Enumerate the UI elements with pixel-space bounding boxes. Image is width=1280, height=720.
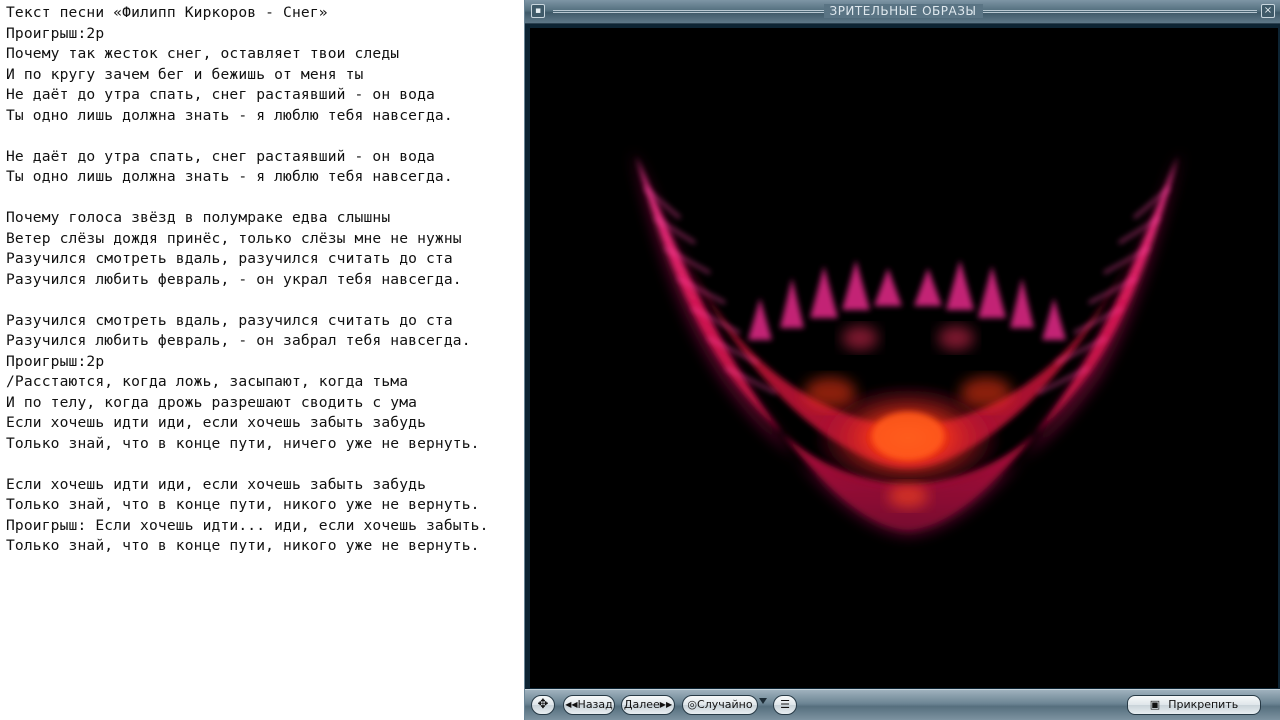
next-button-label: Далее — [623, 698, 660, 711]
lyrics-line: Ветер слёзы дождя принёс, только слёзы м… — [6, 229, 462, 247]
back-button-label: Назад — [577, 698, 613, 711]
lyrics-text: Текст песни «Филипп Киркоров - Снег» Прои… — [6, 3, 524, 557]
lyrics-line: Почему так жесток снег, оставляет твои с… — [6, 45, 400, 62]
lyrics-line — [6, 126, 524, 147]
lyrics-line: /Расстаются, когда ложь, засыпают, когда… — [6, 373, 409, 390]
lyrics-line: Разучился смотреть вдаль, разучился счит… — [6, 250, 453, 267]
lyrics-line: И по кругу зачем бег и бежишь от меня ты — [6, 65, 364, 83]
lyrics-line — [6, 290, 524, 311]
pin-window-icon: ▣ — [1149, 698, 1161, 711]
lyrics-line: Не даёт до утра спать, снег растаявший -… — [6, 147, 435, 165]
lyrics-line: Ты одно лишь должна знать - я люблю тебя… — [6, 168, 453, 185]
fast-forward-icon: ▶▶ — [659, 700, 673, 709]
lyrics-line: Только знай, что в конце пути, ничего уж… — [6, 434, 480, 452]
close-icon[interactable]: × — [1261, 4, 1275, 18]
random-dropdown-arrow-icon[interactable] — [759, 698, 767, 704]
next-button[interactable]: Далее▶▶ — [621, 695, 675, 715]
lyrics-line: Если хочешь идти иди, если хочешь забыть… — [6, 414, 427, 431]
random-icon: ◎ — [687, 698, 698, 711]
lyrics-line: Разучился любить февраль, - он забрал те… — [6, 332, 471, 349]
lyrics-line: Проигрыш: Если хочешь идти... иди, если … — [6, 516, 489, 534]
lyrics-line: Только знай, что в конце пути, никого уж… — [6, 537, 480, 554]
lyrics-line: Только знай, что в конце пути, никого уж… — [6, 496, 480, 513]
lyrics-line: Не даёт до утра спать, снег растаявший -… — [6, 86, 435, 103]
lyrics-line: И по телу, когда дрожь разрешают сводить… — [6, 393, 418, 411]
lyrics-line: Проигрыш:2р — [6, 352, 105, 370]
lyrics-line: Разучился смотреть вдаль, разучился счит… — [6, 311, 453, 329]
lyrics-line: Разучился любить февраль, - он украл теб… — [6, 270, 462, 288]
visualization-controls: ✥ ◀◀Назад Далее▶▶ ◎Случайно ☰ ▣ Прикрепит… — [525, 689, 1280, 720]
list-menu-icon[interactable]: ☰ — [773, 695, 797, 715]
rewind-icon: ◀◀ — [565, 700, 578, 709]
lyrics-line: Проигрыш:2р — [6, 24, 105, 42]
visualization-window: ▪ ЗРИТЕЛЬНЫЕ ОБРАЗЫ × ✥ ◀◀Назад Далее▶▶ … — [524, 0, 1280, 720]
lyrics-line: Если хочешь идти иди, если хочешь забыть… — [6, 475, 427, 493]
visualization-canvas[interactable] — [530, 28, 1278, 688]
move-icon[interactable]: ✥ — [531, 695, 555, 715]
lyrics-line — [6, 188, 524, 209]
back-button[interactable]: ◀◀Назад — [563, 695, 615, 715]
lyrics-line: Текст песни «Филипп Киркоров - Снег» — [6, 4, 328, 21]
lyrics-line — [6, 454, 524, 475]
lyrics-line: Ты одно лишь должна знать - я люблю тебя… — [6, 106, 453, 124]
lyrics-line: Почему голоса звёзд в полумраке едва слы… — [6, 209, 391, 226]
window-titlebar[interactable]: ▪ ЗРИТЕЛЬНЫЕ ОБРАЗЫ × — [525, 0, 1280, 24]
pin-button-label: Прикрепить — [1168, 698, 1239, 711]
fractal-flame-image — [632, 150, 1182, 536]
pin-button[interactable]: ▣ Прикрепить — [1127, 695, 1261, 715]
random-button[interactable]: ◎Случайно — [682, 695, 758, 715]
random-button-label: Случайно — [697, 698, 753, 711]
lyrics-text-pane[interactable]: Текст песни «Филипп Киркоров - Снег» Прои… — [0, 0, 524, 720]
window-title: ЗРИТЕЛЬНЫЕ ОБРАЗЫ — [823, 4, 983, 18]
